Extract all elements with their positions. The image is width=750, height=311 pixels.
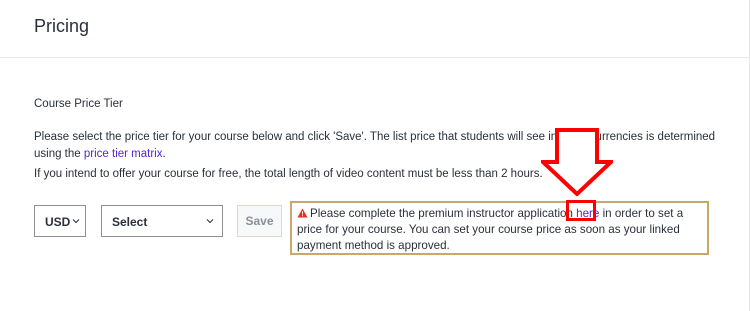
save-button[interactable]: Save (237, 205, 282, 237)
price-tier-select[interactable]: Select (101, 205, 223, 237)
chevron-down-icon (72, 219, 80, 224)
warning-triangle-icon (297, 208, 308, 218)
free-course-note: If you intend to offer your course for f… (34, 168, 543, 180)
chevron-down-icon (206, 219, 214, 224)
currency-select[interactable]: USD (34, 205, 86, 237)
section-label: Course Price Tier (34, 98, 123, 110)
notice-text-start: Please complete the premium instructor a… (310, 207, 577, 220)
description-end: . (162, 148, 166, 160)
price-tier-value: Select (112, 215, 148, 229)
price-tier-matrix-link[interactable]: price tier matrix (84, 148, 163, 160)
page-header: Pricing (0, 0, 750, 58)
price-tier-description: Please select the price tier for your co… (34, 129, 724, 163)
down-arrow-icon (541, 128, 613, 196)
notice-text: Please complete the premium instructor a… (297, 206, 707, 254)
page-title: Pricing (34, 16, 90, 36)
premium-instructor-notice: Please complete the premium instructor a… (290, 201, 709, 255)
currency-value: USD (45, 215, 71, 229)
annotation-highlight-box (566, 200, 596, 221)
